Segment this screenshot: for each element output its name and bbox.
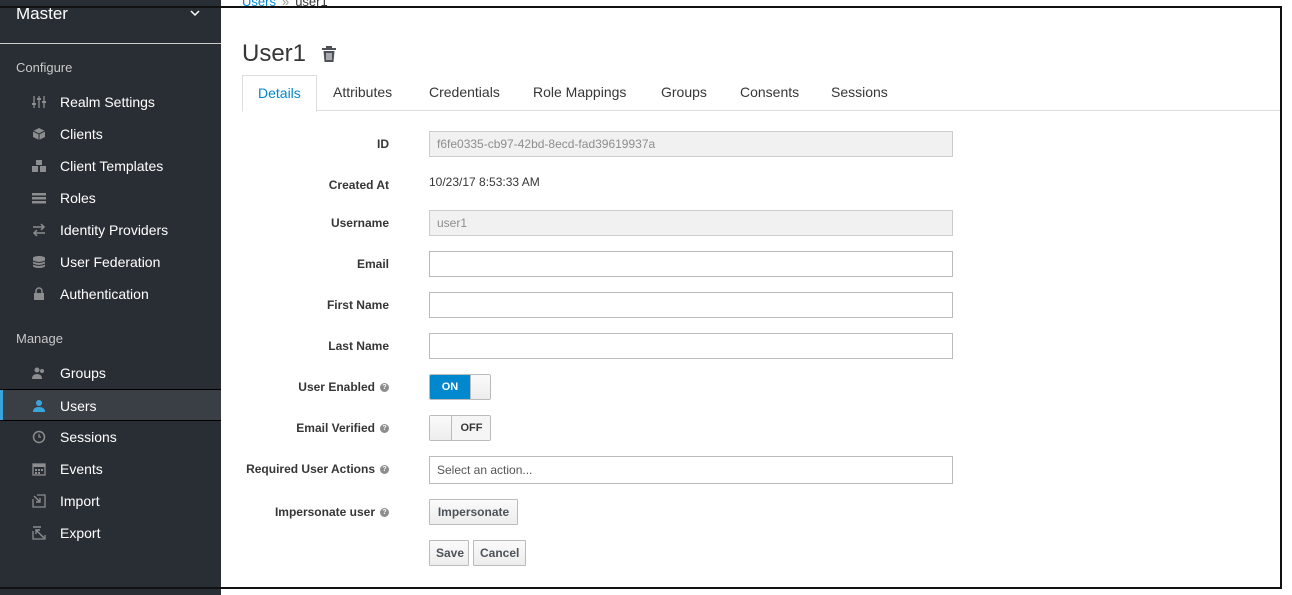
sidebar-item-label: Clients [60, 126, 103, 142]
sidebar-item-label: Users [60, 398, 97, 414]
required-actions-label: Required User Actions? [242, 462, 389, 476]
sidebar-item-label: Sessions [60, 429, 117, 445]
window-frame-top [0, 6, 1282, 8]
trash-icon[interactable] [320, 45, 338, 63]
first-name-label: First Name [326, 298, 389, 312]
sidebar-item-client-templates[interactable]: Client Templates [0, 150, 221, 182]
section-label-manage: Manage [16, 331, 63, 346]
email-label: Email [356, 257, 389, 271]
email-field[interactable] [429, 251, 953, 277]
id-label: ID [377, 137, 389, 151]
impersonate-label: Impersonate user? [242, 505, 389, 519]
users-icon [32, 367, 44, 379]
database-icon [32, 256, 46, 268]
clock-icon [32, 430, 46, 444]
sidebar-item-label: Groups [60, 365, 106, 381]
created-at-label: Created At [328, 178, 389, 192]
sidebar-item-events[interactable]: Events [0, 453, 221, 485]
import-icon [32, 494, 46, 508]
sidebar-item-label: Events [60, 461, 103, 477]
lock-icon [34, 287, 44, 300]
tab-consents[interactable]: Consents [725, 75, 814, 111]
sidebar-item-label: Identity Providers [60, 222, 169, 238]
sidebar-item-label: Client Templates [60, 158, 164, 174]
exchange-icon [32, 223, 46, 237]
sidebar-item-authentication[interactable]: Authentication [0, 278, 221, 310]
sidebar-item-label: Export [60, 525, 101, 541]
help-icon[interactable]: ? [380, 508, 389, 518]
export-icon [32, 526, 46, 540]
window-frame-bottom [0, 587, 1282, 589]
sidebar-item-export[interactable]: Export [0, 517, 221, 549]
tab-attributes[interactable]: Attributes [318, 75, 407, 111]
tab-role-mappings[interactable]: Role Mappings [518, 75, 641, 111]
sidebar-item-label: Authentication [60, 286, 149, 302]
chevron-down-icon [190, 10, 200, 17]
window-frame-right [1280, 6, 1282, 589]
cancel-button[interactable]: Cancel [473, 540, 526, 566]
username-label: Username [330, 216, 389, 230]
calendar-icon [32, 463, 46, 476]
tab-sessions[interactable]: Sessions [816, 75, 903, 111]
help-icon[interactable]: ? [380, 465, 389, 475]
tab-bar: Details Attributes Credentials Role Mapp… [242, 75, 1282, 112]
email-verified-label: Email Verified? [242, 421, 389, 435]
sidebar-item-sessions[interactable]: Sessions [0, 421, 221, 453]
required-actions-select[interactable] [429, 456, 953, 484]
last-name-field[interactable] [429, 333, 953, 359]
user-enabled-label-text: User Enabled [298, 380, 375, 394]
cubes-icon [32, 160, 46, 172]
email-verified-toggle[interactable]: OFF [429, 415, 491, 441]
save-button[interactable]: Save [429, 540, 469, 566]
user-enabled-label: User Enabled? [242, 380, 389, 394]
sidebar-item-users[interactable]: Users [0, 389, 221, 421]
sidebar-item-identity-providers[interactable]: Identity Providers [0, 214, 221, 246]
sidebar-item-label: User Federation [60, 254, 161, 270]
sidebar-item-clients[interactable]: Clients [0, 118, 221, 150]
sidebar-item-label: Realm Settings [60, 94, 155, 110]
created-at-value: 10/23/17 8:53:33 AM [429, 175, 540, 189]
tab-details[interactable]: Details [242, 75, 317, 112]
tab-credentials[interactable]: Credentials [414, 75, 515, 111]
sidebar: Master Configure Realm Settings Clients … [0, 0, 221, 595]
help-icon[interactable]: ? [380, 424, 389, 434]
user-icon [33, 400, 45, 412]
last-name-label: Last Name [328, 339, 389, 353]
sidebar-item-groups[interactable]: Groups [0, 357, 221, 389]
list-icon [32, 193, 46, 204]
impersonate-button[interactable]: Impersonate [429, 499, 518, 525]
sidebar-item-label: Import [60, 493, 100, 509]
toggle-knob [470, 375, 490, 399]
toggle-on-label: ON [430, 375, 470, 399]
cube-icon [32, 128, 46, 140]
help-icon[interactable]: ? [380, 383, 389, 393]
user-enabled-toggle[interactable]: ON [429, 374, 491, 400]
page-title: User1 [242, 40, 307, 67]
required-actions-label-text: Required User Actions [246, 462, 375, 476]
toggle-off-label: OFF [452, 416, 490, 440]
sidebar-item-realm-settings[interactable]: Realm Settings [0, 86, 221, 118]
sidebar-item-label: Roles [60, 190, 96, 206]
sidebar-item-roles[interactable]: Roles [0, 182, 221, 214]
sidebar-item-import[interactable]: Import [0, 485, 221, 517]
section-label-configure: Configure [16, 60, 73, 75]
toggle-knob [430, 416, 452, 440]
sidebar-item-user-federation[interactable]: User Federation [0, 246, 221, 278]
username-field[interactable] [429, 210, 953, 236]
impersonate-label-text: Impersonate user [274, 505, 375, 519]
first-name-field[interactable] [429, 292, 953, 318]
tab-groups[interactable]: Groups [646, 75, 722, 111]
id-field[interactable] [429, 131, 953, 157]
sliders-icon [32, 96, 46, 108]
email-verified-label-text: Email Verified [296, 421, 375, 435]
